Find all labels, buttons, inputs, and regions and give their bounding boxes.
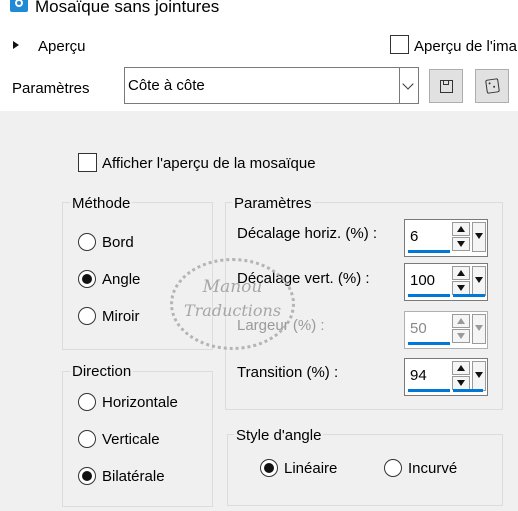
slider-dropdown-icon[interactable] xyxy=(472,266,486,296)
randomize-button[interactable] xyxy=(475,69,509,103)
show-mosaic-preview-label: Afficher l'aperçu de la mosaïque xyxy=(102,155,316,172)
horiz-offset-value[interactable]: 6 xyxy=(410,228,418,245)
direction-verticale-radio[interactable] xyxy=(78,430,96,448)
method-angle-label: Angle xyxy=(102,271,141,288)
vert-offset-spinbox[interactable]: 100 xyxy=(404,263,488,301)
app-icon xyxy=(10,0,28,12)
increment-down-icon[interactable] xyxy=(452,237,470,251)
width-spinbox: 50 xyxy=(404,311,488,349)
transition-spinbox[interactable]: 94 xyxy=(404,358,488,396)
direction-bilaterale-radio[interactable] xyxy=(78,467,96,485)
chevron-down-icon[interactable] xyxy=(399,68,418,103)
increment-up-icon[interactable] xyxy=(452,361,470,375)
angle-style-lineaire-label: Linéaire xyxy=(284,460,338,477)
image-preview-label: Aperçu de l'ima xyxy=(414,38,517,55)
method-bord-radio[interactable] xyxy=(78,233,96,251)
direction-horizontale-radio[interactable] xyxy=(78,393,96,411)
watermark-line2: Traductions xyxy=(183,301,282,320)
params-group-title: Paramètres xyxy=(232,195,314,212)
increment-down-icon[interactable] xyxy=(452,376,470,390)
presets-selected-value: Côte à côte xyxy=(128,77,205,94)
transition-label: Transition (%) : xyxy=(237,364,339,381)
show-mosaic-preview-checkbox[interactable] xyxy=(78,153,97,172)
transition-value[interactable]: 94 xyxy=(410,367,427,384)
image-preview-checkbox[interactable] xyxy=(390,35,409,54)
presets-label: Paramètres xyxy=(12,80,90,97)
watermark-line1: Manou xyxy=(202,277,263,297)
triangle-right-icon[interactable] xyxy=(13,41,19,49)
watermark-logo: Manou Traductions xyxy=(170,258,295,350)
slider-dropdown-icon[interactable] xyxy=(472,361,486,391)
dice-icon xyxy=(485,78,500,94)
direction-bilaterale-label: Bilatérale xyxy=(102,468,165,485)
vert-offset-value[interactable]: 100 xyxy=(410,272,435,289)
horiz-offset-spinbox[interactable]: 6 xyxy=(404,219,488,257)
increment-up-icon xyxy=(452,314,470,328)
method-miroir-label: Miroir xyxy=(102,308,140,325)
method-bord-label: Bord xyxy=(102,234,134,251)
save-icon xyxy=(440,80,453,93)
presets-dropdown[interactable]: Côte à côte xyxy=(124,67,419,104)
angle-style-lineaire-radio[interactable] xyxy=(260,459,278,477)
slider-dropdown-icon xyxy=(472,314,486,344)
angle-style-incurve-radio[interactable] xyxy=(384,459,402,477)
direction-group-title: Direction xyxy=(70,363,134,380)
increment-down-icon xyxy=(452,329,470,343)
angle-style-incurve-label: Incurvé xyxy=(408,460,458,477)
horiz-offset-label: Décalage horiz. (%) : xyxy=(237,225,378,242)
width-value: 50 xyxy=(410,320,427,337)
increment-up-icon[interactable] xyxy=(452,266,470,280)
increment-down-icon[interactable] xyxy=(452,281,470,295)
preview-expander-label[interactable]: Aperçu xyxy=(38,38,86,55)
direction-horizontale-label: Horizontale xyxy=(102,394,178,411)
method-angle-radio[interactable] xyxy=(78,270,96,288)
increment-up-icon[interactable] xyxy=(452,222,470,236)
direction-verticale-label: Verticale xyxy=(102,431,160,448)
angle-style-group-title: Style d'angle xyxy=(234,427,324,444)
method-group-title: Méthode xyxy=(70,195,133,212)
save-preset-button[interactable] xyxy=(429,69,463,103)
window-title: Mosaïque sans jointures xyxy=(35,0,220,16)
slider-dropdown-icon[interactable] xyxy=(472,222,486,252)
method-miroir-radio[interactable] xyxy=(78,307,96,325)
